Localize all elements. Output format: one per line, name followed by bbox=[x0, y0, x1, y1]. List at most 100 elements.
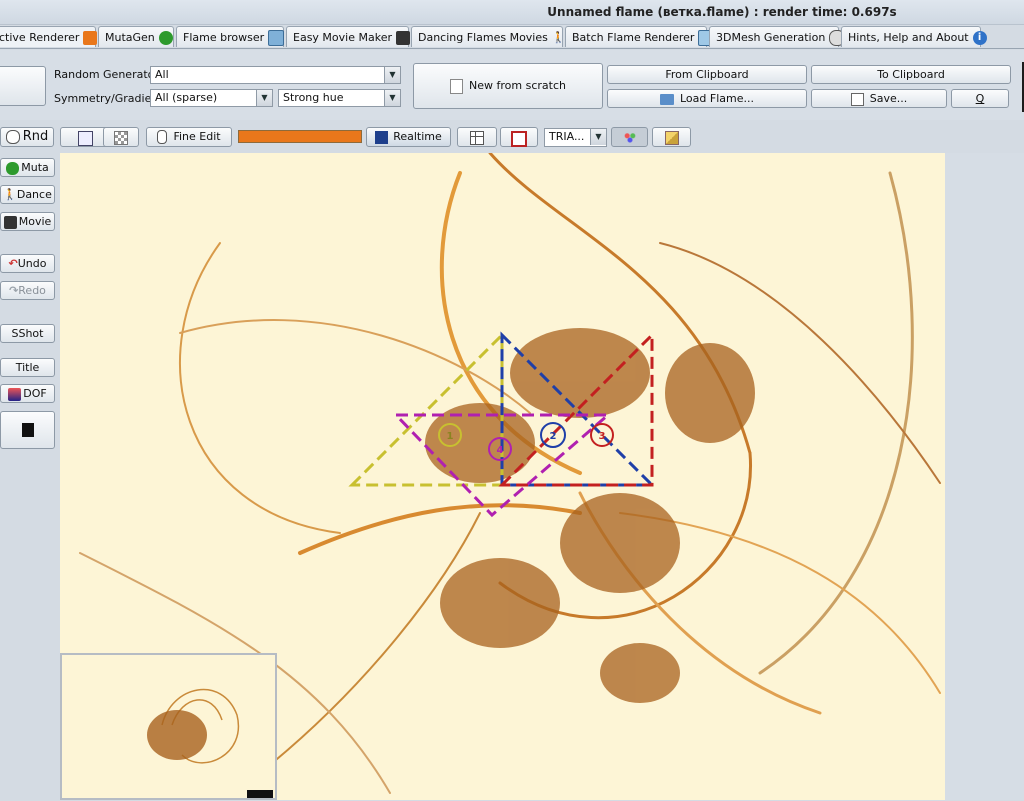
rnd-button[interactable]: Rnd bbox=[0, 127, 54, 147]
clapper-icon bbox=[3, 215, 17, 229]
chevron-down-icon: ▼ bbox=[256, 90, 272, 106]
palette-icon bbox=[622, 131, 637, 143]
title-button[interactable]: Title bbox=[0, 358, 55, 377]
load-flame-button[interactable]: Load Flame... bbox=[607, 89, 807, 108]
random-flame-button[interactable] bbox=[0, 66, 46, 106]
fine-edit-button[interactable]: Fine Edit bbox=[146, 127, 232, 147]
movie-button[interactable]: Movie bbox=[0, 212, 55, 231]
flame-arc bbox=[758, 171, 914, 675]
random-generator-label: Random Generator bbox=[54, 68, 159, 81]
frame-icon bbox=[511, 131, 527, 147]
flame-arc bbox=[179, 242, 341, 534]
disk-icon bbox=[850, 92, 864, 106]
flame-cluster bbox=[560, 493, 680, 593]
new-from-scratch-button[interactable]: New from scratch bbox=[413, 63, 603, 109]
button-label: Movie bbox=[18, 215, 52, 228]
tab-3dmesh[interactable]: 3DMesh Generation bbox=[709, 26, 846, 47]
chevron-down-icon: ▼ bbox=[590, 129, 606, 145]
flame-cluster bbox=[510, 328, 650, 418]
undo-icon: ↶ bbox=[8, 257, 18, 270]
tab-label: 3DMesh Generation bbox=[716, 31, 826, 44]
dancer-icon: 🚶 bbox=[551, 31, 566, 44]
dof-icon bbox=[8, 387, 22, 401]
quicksave-button[interactable]: Q bbox=[951, 89, 1009, 108]
grid-icon bbox=[470, 131, 484, 145]
xform-label-1: 1 bbox=[447, 431, 454, 442]
button-label: Save... bbox=[869, 92, 908, 105]
play-icon bbox=[375, 130, 389, 144]
preview-image bbox=[147, 688, 273, 800]
triangle-mode-select[interactable]: TRIA... ▼ bbox=[544, 128, 607, 147]
dice-icon bbox=[5, 129, 20, 144]
film-icon bbox=[21, 423, 34, 437]
document-icon bbox=[450, 78, 464, 94]
gradient-select[interactable]: Strong hue ▼ bbox=[278, 89, 401, 107]
grid-toggle[interactable] bbox=[457, 127, 497, 147]
gradient-value: Strong hue bbox=[283, 91, 344, 104]
transparency-button[interactable] bbox=[103, 127, 139, 147]
button-label: Q bbox=[975, 92, 985, 105]
button-label: Redo bbox=[18, 284, 46, 297]
guides-toggle[interactable] bbox=[500, 127, 538, 147]
clapper-icon bbox=[395, 31, 410, 45]
tab-label: Easy Movie Maker bbox=[293, 31, 392, 44]
edit-gradient-button[interactable] bbox=[652, 127, 691, 147]
xform-label-2: 2 bbox=[550, 431, 557, 442]
tab-label: Dancing Flames Movies bbox=[418, 31, 548, 44]
tab-dancing-flames[interactable]: Dancing Flames Movies 🚶 bbox=[411, 26, 566, 47]
chevron-down-icon: ▼ bbox=[384, 90, 400, 106]
xform-label-4: 4 bbox=[497, 445, 504, 456]
button-label: Fine Edit bbox=[173, 130, 221, 143]
to-clipboard-button[interactable]: To Clipboard bbox=[811, 65, 1011, 84]
dof-button[interactable]: DOF bbox=[0, 384, 55, 403]
tab-label: Flame browser bbox=[183, 31, 265, 44]
button-label: Load Flame... bbox=[680, 92, 754, 105]
tab-interactive-renderer[interactable]: ctive Renderer bbox=[0, 26, 98, 47]
tab-label: Batch Flame Renderer bbox=[572, 31, 695, 44]
flame-arc bbox=[259, 512, 481, 774]
symmetry-value: All (sparse) bbox=[155, 91, 218, 104]
symmetry-select[interactable]: All (sparse) ▼ bbox=[150, 89, 273, 107]
tab-batch-renderer[interactable]: Batch Flame Renderer bbox=[565, 26, 715, 47]
checker-icon bbox=[114, 131, 128, 145]
triangle-mode-value: TRIA... bbox=[549, 130, 585, 143]
undo-button[interactable]: ↶Undo bbox=[0, 254, 55, 273]
tab-flame-browser[interactable]: Flame browser bbox=[176, 26, 285, 47]
film-button[interactable] bbox=[0, 411, 55, 449]
button-label: Realtime bbox=[393, 130, 442, 143]
from-clipboard-button[interactable]: From Clipboard bbox=[607, 65, 807, 84]
render-progress-bar bbox=[238, 130, 362, 143]
tree-icon bbox=[6, 161, 20, 175]
preview-cluster bbox=[147, 710, 207, 760]
realtime-toggle[interactable]: Realtime bbox=[366, 127, 451, 147]
redo-icon: ↷ bbox=[9, 284, 19, 297]
arrow-icon bbox=[83, 31, 98, 45]
button-label: Rnd bbox=[22, 129, 49, 144]
button-label: Undo bbox=[17, 257, 47, 270]
window-title: Unnamed flame (ветка.flame) : render tim… bbox=[547, 5, 897, 19]
tab-mutagen[interactable]: MutaGen bbox=[98, 26, 174, 47]
title-bar: Unnamed flame (ветка.flame) : render tim… bbox=[0, 0, 1024, 25]
right-panel bbox=[945, 153, 1024, 800]
button-label: Dance bbox=[16, 188, 52, 201]
tab-hints-help[interactable]: Hints, Help and About i bbox=[841, 26, 987, 47]
flame-arc bbox=[298, 503, 582, 555]
tab-easy-movie-maker[interactable]: Easy Movie Maker bbox=[286, 26, 410, 47]
dance-button[interactable]: 🚶Dance bbox=[0, 185, 55, 204]
button-label: DOF bbox=[23, 387, 47, 400]
flame-cluster bbox=[665, 343, 755, 443]
preview-thumbnail bbox=[60, 653, 277, 800]
snapshot-button[interactable]: SShot bbox=[0, 324, 55, 343]
save-button[interactable]: Save... bbox=[811, 89, 947, 108]
redo-button[interactable]: ↷Redo bbox=[0, 281, 55, 300]
tab-label: Hints, Help and About bbox=[848, 31, 969, 44]
muta-button[interactable]: Muta bbox=[0, 158, 55, 177]
mouse-icon bbox=[157, 130, 168, 144]
color-toggle[interactable] bbox=[611, 127, 648, 147]
flame-cluster bbox=[600, 643, 680, 703]
random-generator-select[interactable]: All ▼ bbox=[150, 66, 401, 84]
ruler-icon bbox=[664, 131, 679, 145]
folder-icon bbox=[660, 93, 674, 105]
tab-strip: ctive Renderer MutaGen Flame browser Eas… bbox=[0, 26, 1024, 48]
random-generator-value: All bbox=[155, 68, 169, 81]
